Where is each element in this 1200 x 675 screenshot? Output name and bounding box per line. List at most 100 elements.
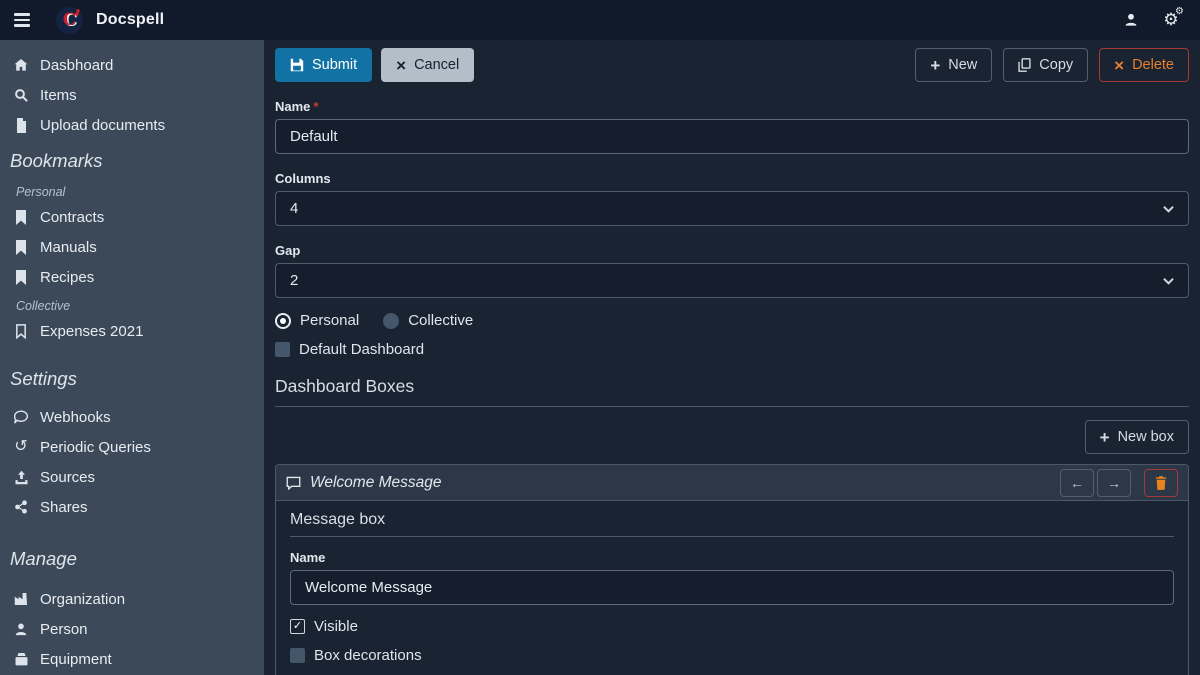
speech-bubble-icon — [286, 476, 301, 490]
sidebar-item-label: Person — [40, 621, 88, 638]
chevron-down-icon — [1163, 205, 1174, 213]
sidebar-item-label: Manuals — [40, 239, 97, 256]
sidebar-subsection-collective: Collective — [0, 292, 264, 316]
columns-select[interactable]: 4 — [275, 191, 1189, 226]
bookmark-icon — [12, 270, 30, 285]
close-icon: × — [396, 57, 406, 74]
app-title: Docspell — [96, 11, 164, 29]
sidebar-item-sources[interactable]: Sources — [0, 462, 264, 492]
radio-personal[interactable]: Personal — [275, 312, 359, 329]
sidebar-item-label: Shares — [40, 499, 88, 516]
sidebar-item-webhooks[interactable]: Webhooks — [0, 402, 264, 432]
sidebar-item-label: Items — [40, 87, 77, 104]
sidebar-item-upload-documents[interactable]: Upload documents — [0, 110, 264, 140]
radio-collective[interactable]: Collective — [383, 312, 473, 329]
sidebar-item-label: Recipes — [40, 269, 94, 286]
box-panel-header: Welcome Message ← → — [276, 465, 1188, 501]
sidebar-item-shares[interactable]: Shares — [0, 492, 264, 522]
columns-label: Columns — [275, 171, 1189, 186]
box-decorations-checkbox[interactable]: Box decorations — [290, 647, 422, 664]
upload-icon — [12, 470, 30, 485]
equipment-box-icon — [12, 652, 30, 666]
sidebar-item-label: Equipment — [40, 651, 112, 668]
sidebar-item-label: Expenses 2021 — [40, 323, 143, 340]
box-type-label: Message box — [290, 511, 1174, 537]
sidebar-item-label: Contracts — [40, 209, 104, 226]
share-icon — [12, 500, 30, 514]
person-icon — [12, 622, 30, 637]
move-box-right-button[interactable]: → — [1097, 469, 1131, 497]
file-upload-icon — [12, 118, 30, 133]
radio-selected-icon — [275, 313, 291, 329]
arrow-right-icon: → — [1107, 475, 1121, 491]
save-icon — [290, 58, 304, 72]
sidebar-item-label: Periodic Queries — [40, 439, 151, 456]
user-account-icon[interactable] — [1116, 5, 1146, 35]
sidebar-section-bookmarks: Bookmarks — [0, 140, 264, 178]
arrow-left-icon: ← — [1070, 475, 1084, 491]
required-asterisk: * — [313, 99, 318, 114]
new-box-button[interactable]: + New box — [1085, 420, 1189, 454]
sidebar-item-items[interactable]: Items — [0, 80, 264, 110]
search-icon — [12, 88, 30, 103]
sidebar-item-contracts[interactable]: Contracts — [0, 202, 264, 232]
sidebar-item-manuals[interactable]: Manuals — [0, 232, 264, 262]
bookmark-icon — [12, 240, 30, 255]
box-title: Welcome Message — [310, 474, 442, 492]
checkbox-unchecked-icon — [290, 648, 305, 663]
toolbar: Submit × Cancel + New Copy × Delete — [275, 48, 1189, 82]
checkbox-checked-icon: ✓ — [290, 619, 305, 634]
visible-checkbox[interactable]: ✓ Visible — [290, 618, 358, 635]
docspell-logo: C — [56, 7, 83, 34]
dashboard-boxes-heading: Dashboard Boxes — [275, 376, 1189, 407]
sidebar-item-organization[interactable]: Organization — [0, 584, 264, 614]
copy-icon — [1018, 58, 1031, 72]
cancel-button[interactable]: × Cancel — [381, 48, 474, 82]
name-label: Name* — [275, 99, 1189, 114]
new-button[interactable]: + New — [915, 48, 992, 82]
submit-button[interactable]: Submit — [275, 48, 372, 82]
history-icon: ↺ — [12, 439, 30, 455]
dashboard-box-panel: Welcome Message ← → Message box Name — [275, 464, 1189, 675]
sidebar-subsection-personal: Personal — [0, 178, 264, 202]
plus-icon: + — [930, 57, 940, 74]
delete-button[interactable]: × Delete — [1099, 48, 1189, 82]
gap-select[interactable]: 2 — [275, 263, 1189, 298]
name-input[interactable] — [275, 119, 1189, 154]
factory-icon — [12, 592, 30, 606]
sidebar-item-periodic-queries[interactable]: ↺ Periodic Queries — [0, 432, 264, 462]
trash-icon — [1155, 476, 1167, 490]
copy-button[interactable]: Copy — [1003, 48, 1088, 82]
topbar: C Docspell ⚙ ⚙ — [0, 0, 1200, 40]
radio-unselected-icon — [383, 313, 399, 329]
sidebar: Dasbhoard Items Upload documents Bookmar… — [0, 40, 264, 675]
checkbox-unchecked-icon — [275, 342, 290, 357]
main-content: Submit × Cancel + New Copy × Delete Name… — [264, 40, 1200, 675]
settings-gears-icon[interactable]: ⚙ ⚙ — [1156, 5, 1186, 35]
move-box-left-button[interactable]: ← — [1060, 469, 1094, 497]
sidebar-item-person[interactable]: Person — [0, 614, 264, 644]
plus-icon: + — [1100, 429, 1110, 446]
sidebar-item-expenses-2021[interactable]: Expenses 2021 — [0, 316, 264, 346]
sidebar-item-label: Organization — [40, 591, 125, 608]
sidebar-item-label: Dasbhoard — [40, 57, 113, 74]
menu-icon[interactable] — [2, 0, 42, 40]
sidebar-section-manage: Manage — [0, 538, 264, 576]
sidebar-item-label: Webhooks — [40, 409, 111, 426]
sidebar-section-settings: Settings — [0, 358, 264, 396]
sidebar-item-label: Upload documents — [40, 117, 165, 134]
sidebar-item-label: Sources — [40, 469, 95, 486]
bookmark-icon — [12, 210, 30, 225]
sidebar-item-equipment[interactable]: Equipment — [0, 644, 264, 674]
chevron-down-icon — [1163, 277, 1174, 285]
default-dashboard-checkbox[interactable]: Default Dashboard — [275, 341, 424, 358]
delete-box-button[interactable] — [1144, 469, 1178, 497]
sidebar-item-recipes[interactable]: Recipes — [0, 262, 264, 292]
bookmark-outline-icon — [12, 324, 30, 339]
box-name-input[interactable] — [290, 570, 1174, 605]
logo-letter: C — [63, 12, 77, 29]
gap-label: Gap — [275, 243, 1189, 258]
comment-icon — [12, 410, 30, 425]
sidebar-item-dashboard[interactable]: Dasbhoard — [0, 50, 264, 80]
delete-x-icon: × — [1114, 57, 1124, 74]
